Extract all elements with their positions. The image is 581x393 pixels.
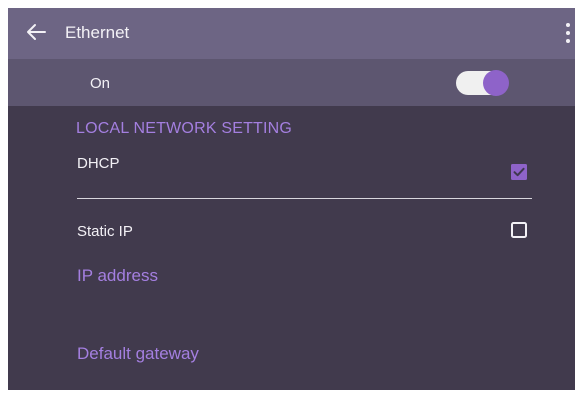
divider	[77, 198, 532, 199]
top-app-bar: Ethernet	[8, 8, 575, 59]
ethernet-switch[interactable]	[456, 70, 510, 96]
ethernet-settings-window: Ethernet On LOCAL NETWORK SETTING DHCP S…	[8, 8, 575, 390]
default-gateway-field[interactable]: Default gateway	[77, 343, 199, 365]
ethernet-toggle-row[interactable]: On	[8, 59, 575, 106]
more-vertical-icon[interactable]	[563, 20, 573, 46]
toggle-label: On	[90, 75, 111, 92]
static-ip-checkbox[interactable]	[511, 222, 527, 238]
section-header-local-network: LOCAL NETWORK SETTING	[76, 120, 293, 137]
dhcp-label[interactable]: DHCP	[77, 154, 120, 174]
dhcp-checkbox[interactable]	[511, 164, 527, 180]
ip-address-field[interactable]: IP address	[77, 265, 158, 287]
page-title: Ethernet	[65, 23, 130, 42]
arrow-left-icon[interactable]	[25, 21, 47, 43]
static-ip-label[interactable]: Static IP	[77, 222, 133, 242]
switch-knob	[483, 70, 509, 96]
